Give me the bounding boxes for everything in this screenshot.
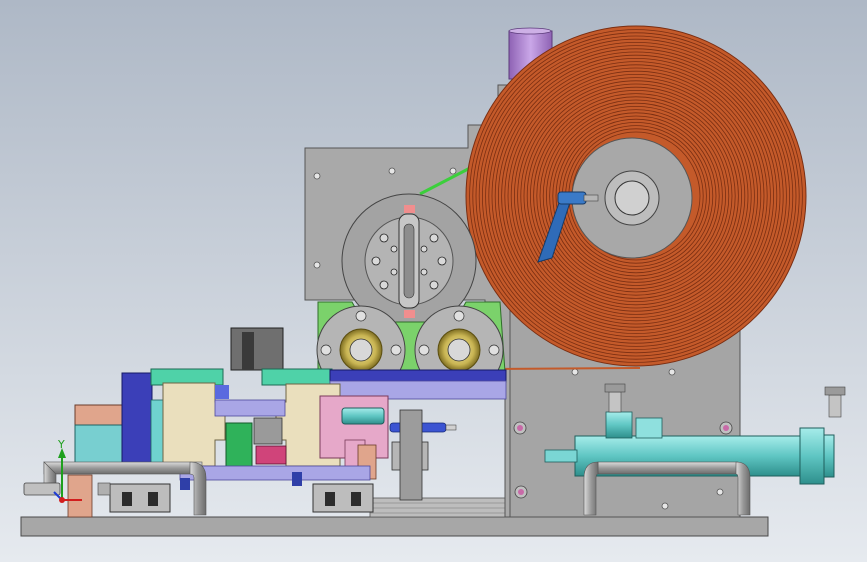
center-lavender-bracket[interactable]: [214, 399, 286, 417]
salmon-spacer: [67, 474, 93, 518]
base-rail[interactable]: [369, 497, 516, 518]
triad-y-label: Y: [57, 438, 65, 451]
left-teal-block[interactable]: [74, 424, 124, 466]
left-nut: [97, 482, 111, 496]
top-teal-bar-right[interactable]: [261, 368, 333, 386]
right-base-block[interactable]: [312, 483, 374, 513]
cad-canvas[interactable]: Y: [0, 0, 867, 562]
cad-viewport[interactable]: Y: [0, 0, 867, 562]
left-navy-wall[interactable]: [121, 372, 153, 467]
magenta-die[interactable]: [255, 445, 287, 465]
gray-actuator-post[interactable]: [399, 409, 423, 501]
lower-lavender-bar[interactable]: [179, 465, 371, 481]
left-navy-cap[interactable]: [215, 385, 229, 399]
navy-top-rail[interactable]: [329, 369, 507, 383]
center-green-jaw[interactable]: [225, 422, 253, 470]
left-base-block[interactable]: [109, 483, 171, 513]
left-salmon-plate[interactable]: [74, 404, 124, 428]
blue-pin-tip: [445, 424, 457, 431]
center-jaw-gray[interactable]: [253, 417, 283, 445]
guide-block[interactable]: [230, 327, 284, 371]
middle-teal-cylinder[interactable]: [341, 407, 385, 425]
guide-block-inner: [242, 332, 254, 370]
purple-spindle-top: [508, 27, 552, 35]
base-plate[interactable]: [20, 516, 769, 537]
